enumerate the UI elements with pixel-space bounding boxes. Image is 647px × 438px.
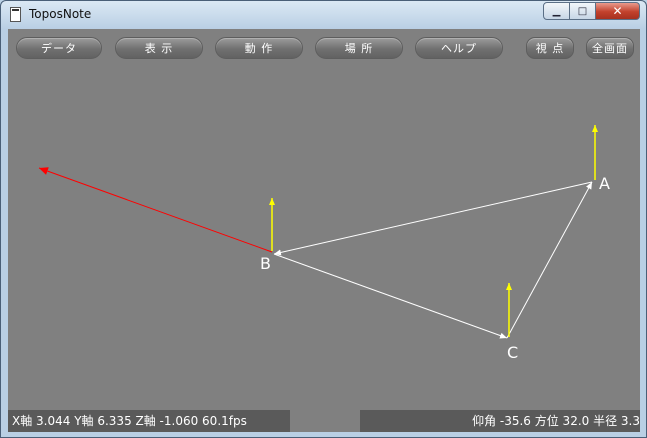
maximize-icon: □ (577, 5, 588, 17)
notepad-icon (10, 7, 21, 22)
coordinate-readout: X軸 3.044 Y軸 6.335 Z軸 -1.060 60.1fps (12, 414, 247, 428)
app-window: ToposNote ▁ □ ✕ データ 表 示 動 作 場 所 ヘルプ 視 点 … (0, 0, 647, 438)
viewport[interactable]: データ 表 示 動 作 場 所 ヘルプ 視 点 全画面 A B C X軸 3.0… (8, 29, 640, 432)
close-button[interactable]: ✕ (596, 2, 640, 20)
title-bar[interactable]: ToposNote ▁ □ ✕ (1, 1, 646, 29)
point-label-a: A (599, 174, 610, 193)
maximize-button[interactable]: □ (570, 2, 596, 20)
direction-vector (38, 167, 273, 253)
edge-c-a (506, 181, 593, 339)
camera-readout: 仰角 -35.6 方位 32.0 半径 3.3 (472, 414, 640, 428)
coordinate-status-bar: X軸 3.044 Y軸 6.335 Z軸 -1.060 60.1fps (8, 410, 290, 432)
minimize-icon: ▁ (552, 5, 561, 17)
edge-a-b (273, 181, 593, 256)
window-controls: ▁ □ ✕ (543, 2, 640, 20)
window-title: ToposNote (29, 7, 92, 21)
minimize-button[interactable]: ▁ (543, 2, 570, 20)
close-icon: ✕ (612, 4, 623, 18)
point-label-c: C (507, 343, 518, 362)
camera-status-bar: 仰角 -35.6 方位 32.0 半径 3.3 (360, 410, 640, 432)
point-label-b: B (260, 254, 271, 273)
scene-canvas[interactable]: A B C (8, 29, 640, 432)
edge-b-c (273, 253, 508, 339)
